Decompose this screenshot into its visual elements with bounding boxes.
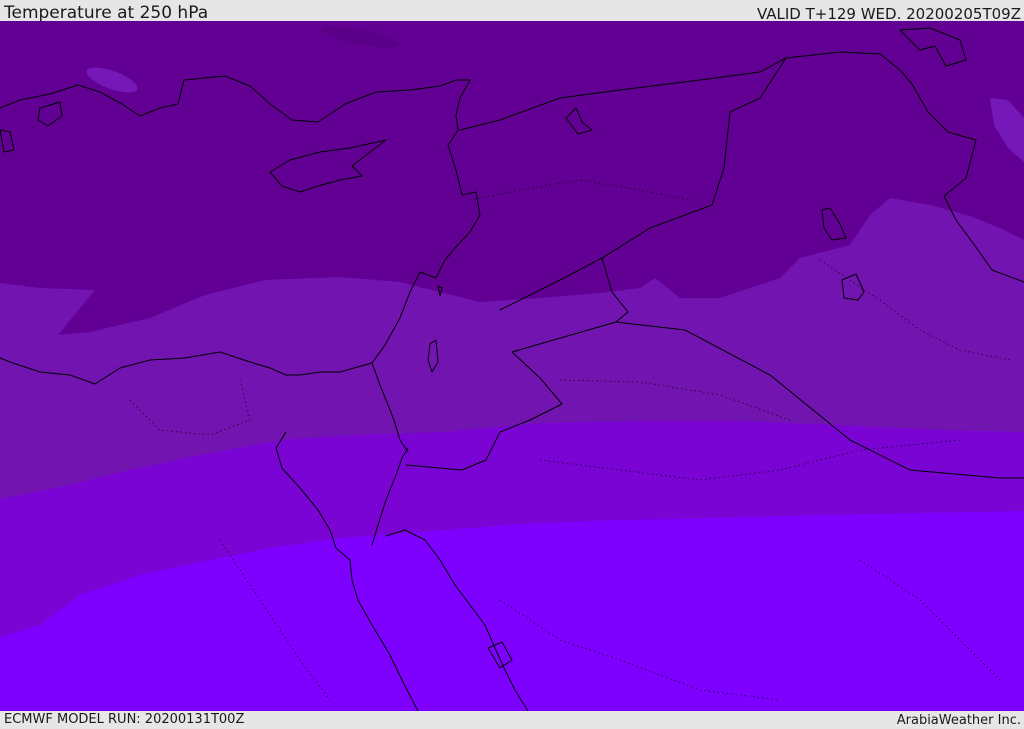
map-canvas <box>0 21 1024 712</box>
footer-bar: ECMWF MODEL RUN: 20200131T00Z ArabiaWeat… <box>0 711 1024 729</box>
credit-label: ArabiaWeather Inc. <box>896 713 1021 728</box>
map-title: Temperature at 250 hPa <box>4 3 209 23</box>
header-bar: Temperature at 250 hPa VALID T+129 WED. … <box>0 0 1024 23</box>
weather-map[interactable] <box>0 21 1024 712</box>
model-run-label: ECMWF MODEL RUN: 20200131T00Z <box>4 712 245 727</box>
